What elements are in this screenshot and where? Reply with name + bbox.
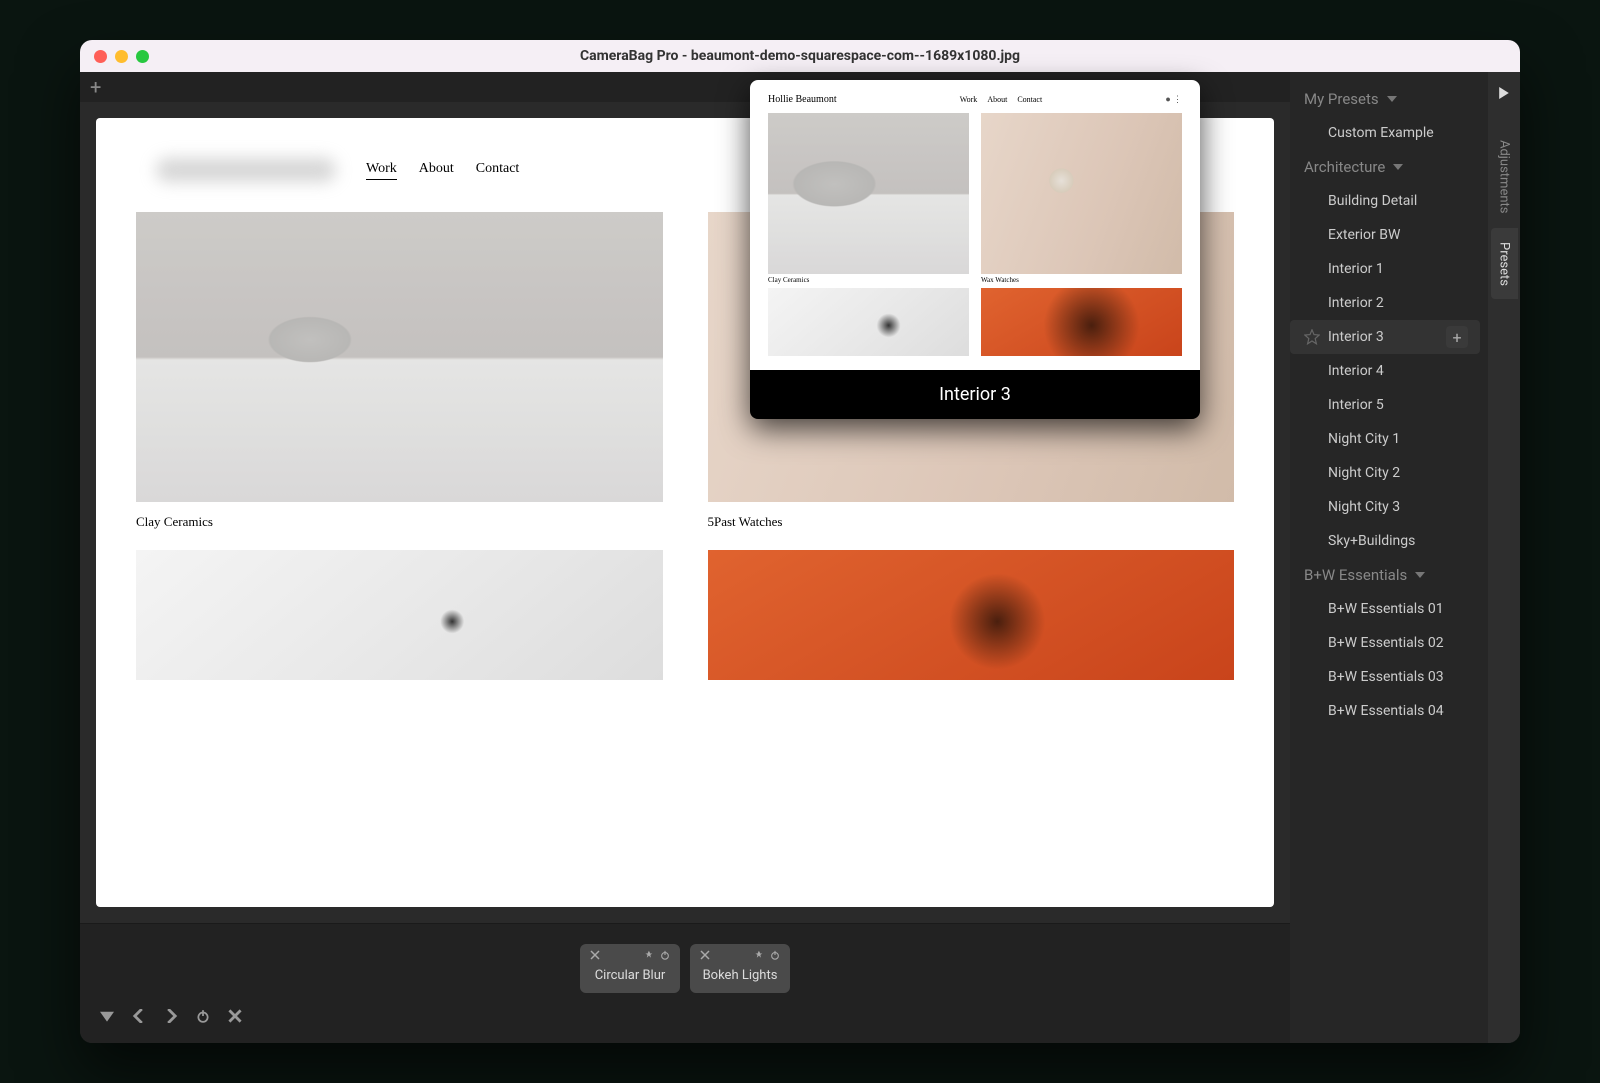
star-icon[interactable] (1304, 329, 1320, 345)
play-button[interactable] (1491, 80, 1517, 106)
adjustment-chip[interactable]: Bokeh Lights (690, 944, 790, 993)
tray-next-icon[interactable] (164, 1009, 178, 1023)
preset-item[interactable]: Interior 3 + (1290, 320, 1480, 354)
adjustment-tray: Circular Blur Bokeh Lights (80, 923, 1290, 1043)
preset-item-label: Interior 5 (1328, 397, 1384, 413)
preset-item-label: B+W Essentials 04 (1328, 703, 1444, 719)
chip-power-icon[interactable] (660, 950, 670, 960)
chevron-down-icon (1387, 96, 1397, 102)
preset-item-label: Night City 2 (1328, 465, 1400, 481)
preset-item-label: Custom Example (1328, 125, 1434, 141)
preset-item[interactable]: Building Detail (1290, 184, 1488, 218)
preview-menu-icon: ● ⋮ (1165, 94, 1182, 105)
preset-item[interactable]: Sky+Buildings (1290, 524, 1488, 558)
preset-panel[interactable]: My Presets Custom Example Architecture Buil… (1290, 72, 1488, 1043)
tray-clear-icon[interactable] (228, 1009, 242, 1023)
grid-caption-left: Clay Ceramics (136, 514, 663, 530)
preset-group-label: B+W Essentials (1304, 566, 1407, 584)
adjustment-chip[interactable]: Circular Blur (580, 944, 680, 993)
preset-preview-image: Hollie Beaumont Work About Contact ● ⋮ C… (750, 80, 1200, 370)
preset-item-label: Exterior BW (1328, 227, 1400, 243)
grid-image-orange (708, 550, 1235, 680)
preset-item[interactable]: B+W Essentials 01 (1290, 592, 1488, 626)
preset-item[interactable]: B+W Essentials 02 (1290, 626, 1488, 660)
add-tab-button[interactable]: + (90, 77, 101, 97)
preset-item[interactable]: Interior 5 (1290, 388, 1488, 422)
preset-group-header[interactable]: My Presets (1290, 82, 1488, 116)
nav-contact: Contact (476, 161, 520, 180)
preset-item[interactable]: B+W Essentials 04 (1290, 694, 1488, 728)
preset-item[interactable]: Interior 4 (1290, 354, 1488, 388)
preset-item[interactable]: B+W Essentials 03 (1290, 660, 1488, 694)
chevron-down-icon (1415, 572, 1425, 578)
chip-label: Circular Blur (590, 968, 670, 983)
preset-group-header[interactable]: Architecture (1290, 150, 1488, 184)
preset-item-label: Interior 2 (1328, 295, 1384, 311)
preset-item-label: B+W Essentials 02 (1328, 635, 1444, 651)
preset-item-label: Interior 3 (1328, 329, 1384, 345)
preset-item-label: B+W Essentials 03 (1328, 669, 1444, 685)
preset-group-label: My Presets (1304, 90, 1379, 108)
preset-item[interactable]: Custom Example (1290, 116, 1488, 150)
preset-item[interactable]: Night City 2 (1290, 456, 1488, 490)
preset-item-label: Night City 3 (1328, 499, 1400, 515)
nav-work: Work (366, 161, 397, 180)
preset-item-label: B+W Essentials 01 (1328, 601, 1444, 617)
preview-logo: Hollie Beaumont (768, 94, 837, 105)
preset-item[interactable]: Night City 3 (1290, 490, 1488, 524)
tab-adjustments[interactable]: Adjustments (1491, 126, 1518, 228)
preset-item-label: Building Detail (1328, 193, 1417, 209)
preset-item[interactable]: Interior 1 (1290, 252, 1488, 286)
tray-prev-icon[interactable] (132, 1009, 146, 1023)
chip-pin-icon[interactable] (754, 950, 764, 960)
sidebar: My Presets Custom Example Architecture Buil… (1290, 72, 1520, 1043)
preset-item[interactable]: Night City 1 (1290, 422, 1488, 456)
preset-item[interactable]: Interior 2 (1290, 286, 1488, 320)
chip-close-icon[interactable] (700, 950, 710, 960)
preset-group-header[interactable]: B+W Essentials (1290, 558, 1488, 592)
window-title: CameraBag Pro - beaumont-demo-squarespac… (80, 48, 1520, 64)
page-logo-blurred (156, 158, 336, 182)
preset-item-label: Interior 4 (1328, 363, 1384, 379)
maximize-window-button[interactable] (136, 50, 149, 63)
grid-caption-right: 5Past Watches (708, 514, 1235, 530)
side-tabs: Adjustments Presets (1488, 72, 1520, 1043)
preset-preview-tooltip: Hollie Beaumont Work About Contact ● ⋮ C… (750, 80, 1200, 419)
preset-preview-label: Interior 3 (750, 370, 1200, 419)
preset-item-label: Interior 1 (1328, 261, 1384, 277)
grid-image-cables (136, 550, 663, 680)
grid-image-bowl (136, 212, 663, 502)
preset-group-label: Architecture (1304, 158, 1385, 176)
chevron-down-icon (1393, 164, 1403, 170)
preset-item-label: Night City 1 (1328, 431, 1400, 447)
preset-add-button[interactable]: + (1446, 326, 1468, 348)
chip-pin-icon[interactable] (644, 950, 654, 960)
minimize-window-button[interactable] (115, 50, 128, 63)
tray-collapse-icon[interactable] (100, 1009, 114, 1023)
window-controls (94, 50, 149, 63)
tab-presets[interactable]: Presets (1491, 228, 1518, 300)
titlebar: CameraBag Pro - beaumont-demo-squarespac… (80, 40, 1520, 72)
page-nav: Work About Contact (366, 161, 519, 180)
chip-power-icon[interactable] (770, 950, 780, 960)
preset-item[interactable]: Exterior BW (1290, 218, 1488, 252)
close-window-button[interactable] (94, 50, 107, 63)
chip-close-icon[interactable] (590, 950, 600, 960)
tray-power-icon[interactable] (196, 1009, 210, 1023)
nav-about: About (419, 161, 454, 180)
chip-label: Bokeh Lights (700, 968, 780, 983)
preset-item-label: Sky+Buildings (1328, 533, 1415, 549)
